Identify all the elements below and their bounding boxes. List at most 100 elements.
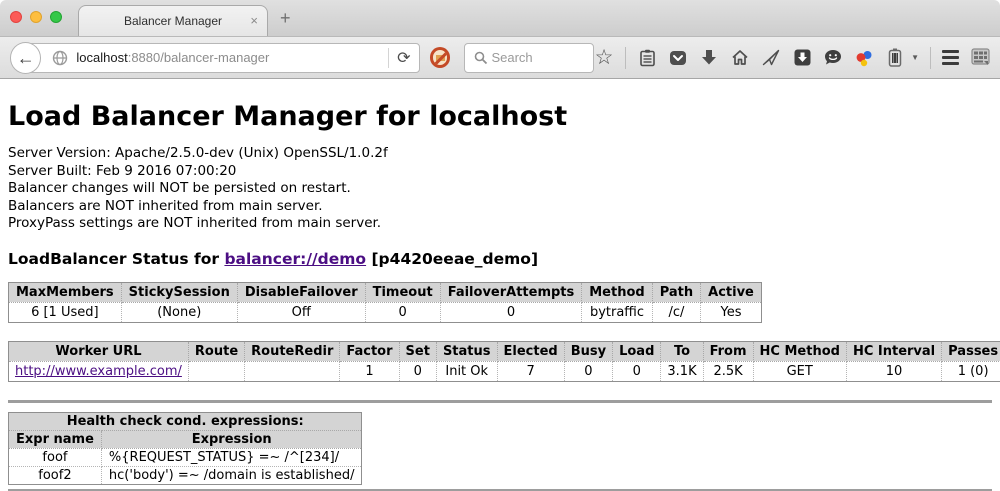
active-value: Yes xyxy=(701,302,762,322)
col-to: To xyxy=(661,341,703,361)
section-divider xyxy=(8,400,992,403)
downloads-icon[interactable] xyxy=(699,48,719,68)
send-plane-icon[interactable] xyxy=(761,48,781,68)
health-caption: Health check cond. expressions: xyxy=(9,412,362,430)
col-hc-interval: HC Interval xyxy=(846,341,941,361)
health-check-table: Health check cond. expressions: Expr nam… xyxy=(8,412,362,485)
balancer-demo-link[interactable]: balancer://demo xyxy=(224,250,366,268)
col-load: Load xyxy=(613,341,661,361)
balancer-settings-table: MaxMembers StickySession DisableFailover… xyxy=(8,282,762,323)
battery-icon[interactable] xyxy=(885,48,905,68)
worker-row: http://www.example.com/ 1 0 Init Ok 7 0 … xyxy=(9,361,1000,381)
navigation-toolbar: ← localhost:8880/balancer-manager ⟳ ☆ xyxy=(0,36,1000,79)
tab-title: Balancer Manager xyxy=(124,14,222,28)
col-disablefailover: DisableFailover xyxy=(237,282,365,302)
col-path: Path xyxy=(652,282,700,302)
expr-name-value: foof xyxy=(9,448,102,466)
path-value: /c/ xyxy=(652,302,700,322)
color-dots-icon[interactable] xyxy=(854,48,874,68)
busy-value: 0 xyxy=(564,361,612,381)
route-value xyxy=(188,361,244,381)
url-path: :8880/balancer-manager xyxy=(128,50,270,65)
url-bar[interactable]: localhost:8880/balancer-manager ⟳ xyxy=(25,43,419,73)
disablefailover-value: Off xyxy=(237,302,365,322)
status-value: Init Ok xyxy=(436,361,497,381)
worker-url-link[interactable]: http://www.example.com/ xyxy=(15,364,182,379)
set-value: 0 xyxy=(399,361,436,381)
page-title: Load Balancer Manager for localhost xyxy=(8,101,992,132)
col-method: Method xyxy=(582,282,652,302)
col-busy: Busy xyxy=(564,341,612,361)
pocket-icon[interactable] xyxy=(668,48,688,68)
health-caption-row: Health check cond. expressions: xyxy=(9,412,362,430)
proxypass-notice-line: ProxyPass settings are NOT inherited fro… xyxy=(8,215,992,233)
col-worker-url: Worker URL xyxy=(9,341,189,361)
search-input[interactable] xyxy=(491,50,581,65)
to-value: 3.1K xyxy=(661,361,703,381)
new-tab-button[interactable]: + xyxy=(280,8,291,29)
stickysession-value: (None) xyxy=(121,302,237,322)
col-elected: Elected xyxy=(497,341,564,361)
browser-window: Balancer Manager × + ← localhost:8880/ba… xyxy=(0,0,1000,491)
health-row: foof2 hc('body') =~ /domain is establish… xyxy=(9,466,362,484)
search-icon xyxy=(471,48,491,68)
page-content: Load Balancer Manager for localhost Serv… xyxy=(0,79,1000,491)
back-button[interactable]: ← xyxy=(10,42,41,74)
worker-url-cell: http://www.example.com/ xyxy=(9,361,189,381)
server-info: Server Version: Apache/2.5.0-dev (Unix) … xyxy=(8,145,992,233)
elected-value: 7 xyxy=(497,361,564,381)
expression-value: %{REQUEST_STATUS} =~ /^[234]/ xyxy=(101,448,362,466)
maxmembers-value: 6 [1 Used] xyxy=(9,302,122,322)
col-maxmembers: MaxMembers xyxy=(9,282,122,302)
timeout-value: 0 xyxy=(365,302,440,322)
table-header-row: Expr name Expression xyxy=(9,430,362,448)
col-active: Active xyxy=(701,282,762,302)
back-icon: ← xyxy=(17,49,35,67)
col-route: Route xyxy=(188,341,244,361)
hc-interval-value: 10 xyxy=(846,361,941,381)
menu-icon[interactable] xyxy=(942,50,959,65)
from-value: 2.5K xyxy=(703,361,753,381)
home-icon[interactable] xyxy=(730,48,750,68)
col-routeredir: RouteRedir xyxy=(245,341,340,361)
passes-value: 1 (0) xyxy=(942,361,1000,381)
col-expr-name: Expr name xyxy=(9,430,102,448)
loadbalancer-status-heading: LoadBalancer Status for balancer://demo … xyxy=(8,250,992,268)
zoom-window-button[interactable] xyxy=(50,11,62,23)
dropdown-caret-icon[interactable]: ▼ xyxy=(911,53,919,62)
col-timeout: Timeout xyxy=(365,282,440,302)
downloader-extension-icon[interactable] xyxy=(792,48,812,68)
col-expression: Expression xyxy=(101,430,362,448)
server-version-line: Server Version: Apache/2.5.0-dev (Unix) … xyxy=(8,145,992,163)
table-row: 6 [1 Used] (None) Off 0 0 bytraffic /c/ … xyxy=(9,302,762,322)
reading-list-icon[interactable] xyxy=(637,48,657,68)
image-block-icon[interactable] xyxy=(430,47,451,68)
toolbar-separator xyxy=(625,47,626,69)
url-text[interactable]: localhost:8880/balancer-manager xyxy=(76,50,387,65)
tab-close-icon[interactable]: × xyxy=(250,13,258,28)
col-passes: Passes xyxy=(942,341,1000,361)
reload-icon[interactable]: ⟳ xyxy=(389,48,419,68)
traffic-lights xyxy=(10,11,62,23)
routeredir-value xyxy=(245,361,340,381)
factor-value: 1 xyxy=(340,361,399,381)
method-value: bytraffic xyxy=(582,302,652,322)
toolbar-separator xyxy=(930,47,931,69)
col-from: From xyxy=(703,341,753,361)
search-box[interactable] xyxy=(464,43,594,73)
tab-groups-icon[interactable] xyxy=(970,48,990,68)
bookmark-star-icon[interactable]: ☆ xyxy=(594,48,614,68)
feedback-smiley-icon[interactable] xyxy=(823,48,843,68)
col-status: Status xyxy=(436,341,497,361)
workers-table: Worker URL Route RouteRedir Factor Set S… xyxy=(8,341,1000,382)
expression-value: hc('body') =~ /domain is established/ xyxy=(101,466,362,484)
col-hc-method: HC Method xyxy=(753,341,846,361)
health-row: foof %{REQUEST_STATUS} =~ /^[234]/ xyxy=(9,448,362,466)
expr-name-value: foof2 xyxy=(9,466,102,484)
close-window-button[interactable] xyxy=(10,11,22,23)
tab-balancer-manager[interactable]: Balancer Manager × xyxy=(78,5,268,36)
persist-notice-line: Balancer changes will NOT be persisted o… xyxy=(8,180,992,198)
server-built-line: Server Built: Feb 9 2016 07:00:20 xyxy=(8,163,992,181)
minimize-window-button[interactable] xyxy=(30,11,42,23)
site-identity-globe-icon[interactable] xyxy=(50,48,70,68)
